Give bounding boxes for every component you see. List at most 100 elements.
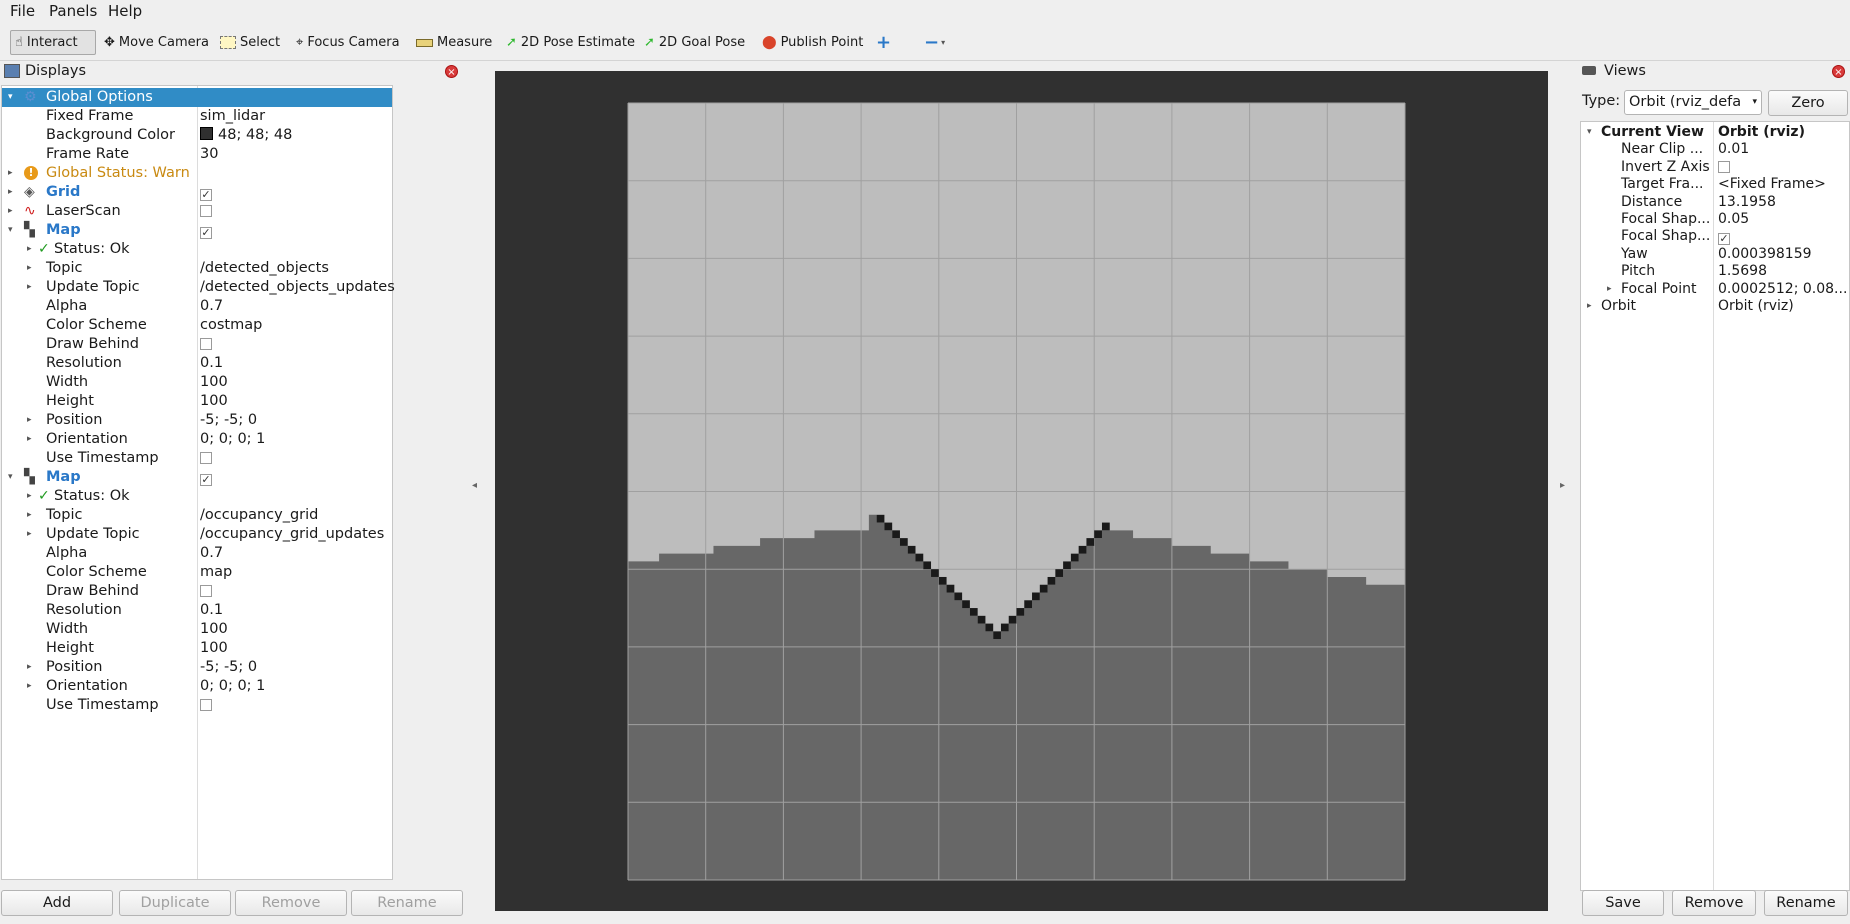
select-tool[interactable]: Select [216,30,284,55]
invert-z-value[interactable] [1718,159,1730,176]
map1-orientation-row[interactable]: ▸ Orientation 0; 0; 0; 1 [2,430,392,449]
focal-shape-fixed-row[interactable]: Focal Shap... ✓ [1581,228,1849,246]
orbit-row[interactable]: ▸ Orbit Orbit (rviz) [1581,298,1849,315]
fixed-frame-row[interactable]: Fixed Frame sim_lidar [2,107,392,126]
map2-width-row[interactable]: Width 100 [2,620,392,639]
expand-arrow-icon[interactable]: ▸ [8,164,13,183]
checkbox-unchecked[interactable] [1718,160,1730,173]
map1-update-topic-row[interactable]: ▸ Update Topic/detected_objects_updates [2,278,395,297]
current-view-row[interactable]: ▾ Current View Orbit (rviz) [1581,124,1849,141]
map1-height-row[interactable]: Height 100 [2,392,392,411]
views-remove-button[interactable]: Remove [1672,890,1756,916]
distance-row[interactable]: Distance 13.1958 [1581,194,1849,211]
map2-use-timestamp-row[interactable]: Use Timestamp [2,696,392,715]
checkbox-checked[interactable]: ✓ [1718,233,1730,246]
expand-arrow-icon[interactable]: ▸ [27,677,32,696]
pose-estimate-tool[interactable]: ➚ 2D Pose Estimate [502,30,639,55]
map1-draw-behind-row[interactable]: Draw Behind [2,335,392,354]
map1-alpha-row[interactable]: Alpha 0.7 [2,297,392,316]
collapse-arrow-icon[interactable]: ▾ [8,221,13,240]
expand-arrow-icon[interactable]: ▸ [8,183,13,202]
checkbox-checked[interactable]: ✓ [200,189,212,201]
zero-button[interactable]: Zero [1768,90,1848,116]
add-tool-icon[interactable]: + [872,30,895,55]
pitch-row[interactable]: Pitch 1.5698 [1581,263,1849,280]
expand-arrow-icon[interactable]: ▸ [27,259,32,278]
menu-file[interactable]: File [10,2,35,20]
map2-use-timestamp-value[interactable] [200,696,212,715]
focal-shape-fixed-value[interactable]: ✓ [1718,228,1730,246]
checkbox-checked[interactable]: ✓ [200,474,212,486]
map2-draw-behind-value[interactable] [200,582,212,601]
map-value-2[interactable]: ✓ [200,468,212,487]
map2-status-row[interactable]: ▸ ✓ Status: Ok [2,487,392,506]
publish-point-tool[interactable]: ⬤ Publish Point [758,30,867,55]
render-viewport[interactable] [495,71,1548,911]
map-row-2[interactable]: ▾ ▚ Map ✓ [2,468,392,487]
map2-color-scheme-row[interactable]: Color Scheme map [2,563,392,582]
map2-position-row[interactable]: ▸ Position -5; -5; 0 [2,658,392,677]
checkbox-unchecked[interactable] [200,585,212,597]
expand-arrow-icon[interactable]: ▸ [27,487,32,506]
target-frame-row[interactable]: Target Fra... <Fixed Frame> [1581,176,1849,193]
rename-button[interactable]: Rename [351,890,463,916]
global-options-row[interactable]: ▾ ⚙ Global Options [2,88,392,107]
measure-tool[interactable]: Measure [412,30,496,55]
collapse-arrow-icon[interactable]: ▾ [8,88,13,107]
menu-help[interactable]: Help [108,2,142,20]
map2-height-row[interactable]: Height 100 [2,639,392,658]
checkbox-checked[interactable]: ✓ [200,227,212,239]
collapse-arrow-icon[interactable]: ▾ [1587,124,1592,141]
map2-alpha-row[interactable]: Alpha 0.7 [2,544,392,563]
map2-resolution-row[interactable]: Resolution 0.1 [2,601,392,620]
map1-draw-behind-value[interactable] [200,335,212,354]
move-camera-tool[interactable]: ✥ Move Camera [100,30,213,55]
map-value-1[interactable]: ✓ [200,221,212,240]
grid-value[interactable]: ✓ [200,183,212,202]
splitter-handle-right[interactable]: ▸ [1560,480,1565,491]
background-color-row[interactable]: Background Color 48; 48; 48 [2,126,392,145]
map1-color-scheme-row[interactable]: Color Scheme costmap [2,316,392,335]
map1-use-timestamp-value[interactable] [200,449,212,468]
close-icon[interactable]: × [445,65,458,78]
expand-arrow-icon[interactable]: ▸ [1587,298,1592,315]
expand-arrow-icon[interactable]: ▸ [27,411,32,430]
expand-arrow-icon[interactable]: ▸ [27,658,32,677]
view-type-select[interactable]: Orbit (rviz_default_plugins) ▾ [1624,90,1762,115]
map1-use-timestamp-row[interactable]: Use Timestamp [2,449,392,468]
remove-button[interactable]: Remove [235,890,347,916]
save-button[interactable]: Save [1582,890,1664,916]
splitter-handle-left[interactable]: ◂ [472,480,477,491]
expand-arrow-icon[interactable]: ▸ [27,525,32,544]
map2-update-topic-row[interactable]: ▸ Update Topic/occupancy_grid_updates [2,525,392,544]
add-button[interactable]: Add [1,890,113,916]
focal-shape-size-row[interactable]: Focal Shap... 0.05 [1581,211,1849,228]
global-status-row[interactable]: ▸! Global Status: Warn [2,164,392,183]
expand-arrow-icon[interactable]: ▸ [27,240,32,259]
focus-camera-tool[interactable]: ⌖ Focus Camera [292,30,404,55]
menu-panels[interactable]: Panels [49,2,97,20]
interact-tool[interactable]: ☝ Interact [10,30,96,55]
duplicate-button[interactable]: Duplicate [119,890,231,916]
expand-arrow-icon[interactable]: ▸ [27,430,32,449]
laserscan-value[interactable] [200,202,212,221]
remove-tool-icon[interactable]: − ▾ [920,30,949,55]
map1-resolution-row[interactable]: Resolution 0.1 [2,354,392,373]
grid-row[interactable]: ▸ ◈ Grid ✓ [2,183,392,202]
invert-z-row[interactable]: Invert Z Axis [1581,159,1849,176]
focal-point-row[interactable]: ▸ Focal Point 0.0002512; 0.08... [1581,281,1849,298]
checkbox-unchecked[interactable] [200,205,212,217]
map2-topic-row[interactable]: ▸ Topic/occupancy_grid [2,506,392,525]
expand-arrow-icon[interactable]: ▸ [1607,281,1612,298]
expand-arrow-icon[interactable]: ▸ [8,202,13,221]
yaw-row[interactable]: Yaw 0.000398159 [1581,246,1849,263]
expand-arrow-icon[interactable]: ▸ [27,506,32,525]
checkbox-unchecked[interactable] [200,452,212,464]
map1-position-row[interactable]: ▸ Position -5; -5; 0 [2,411,392,430]
map1-topic-row[interactable]: ▸ Topic/detected_objects [2,259,392,278]
map2-orientation-row[interactable]: ▸ Orientation 0; 0; 0; 1 [2,677,392,696]
checkbox-unchecked[interactable] [200,699,212,711]
laserscan-row[interactable]: ▸ ∿ LaserScan [2,202,392,221]
frame-rate-row[interactable]: Frame Rate 30 [2,145,392,164]
map1-status-row[interactable]: ▸ ✓ Status: Ok [2,240,392,259]
